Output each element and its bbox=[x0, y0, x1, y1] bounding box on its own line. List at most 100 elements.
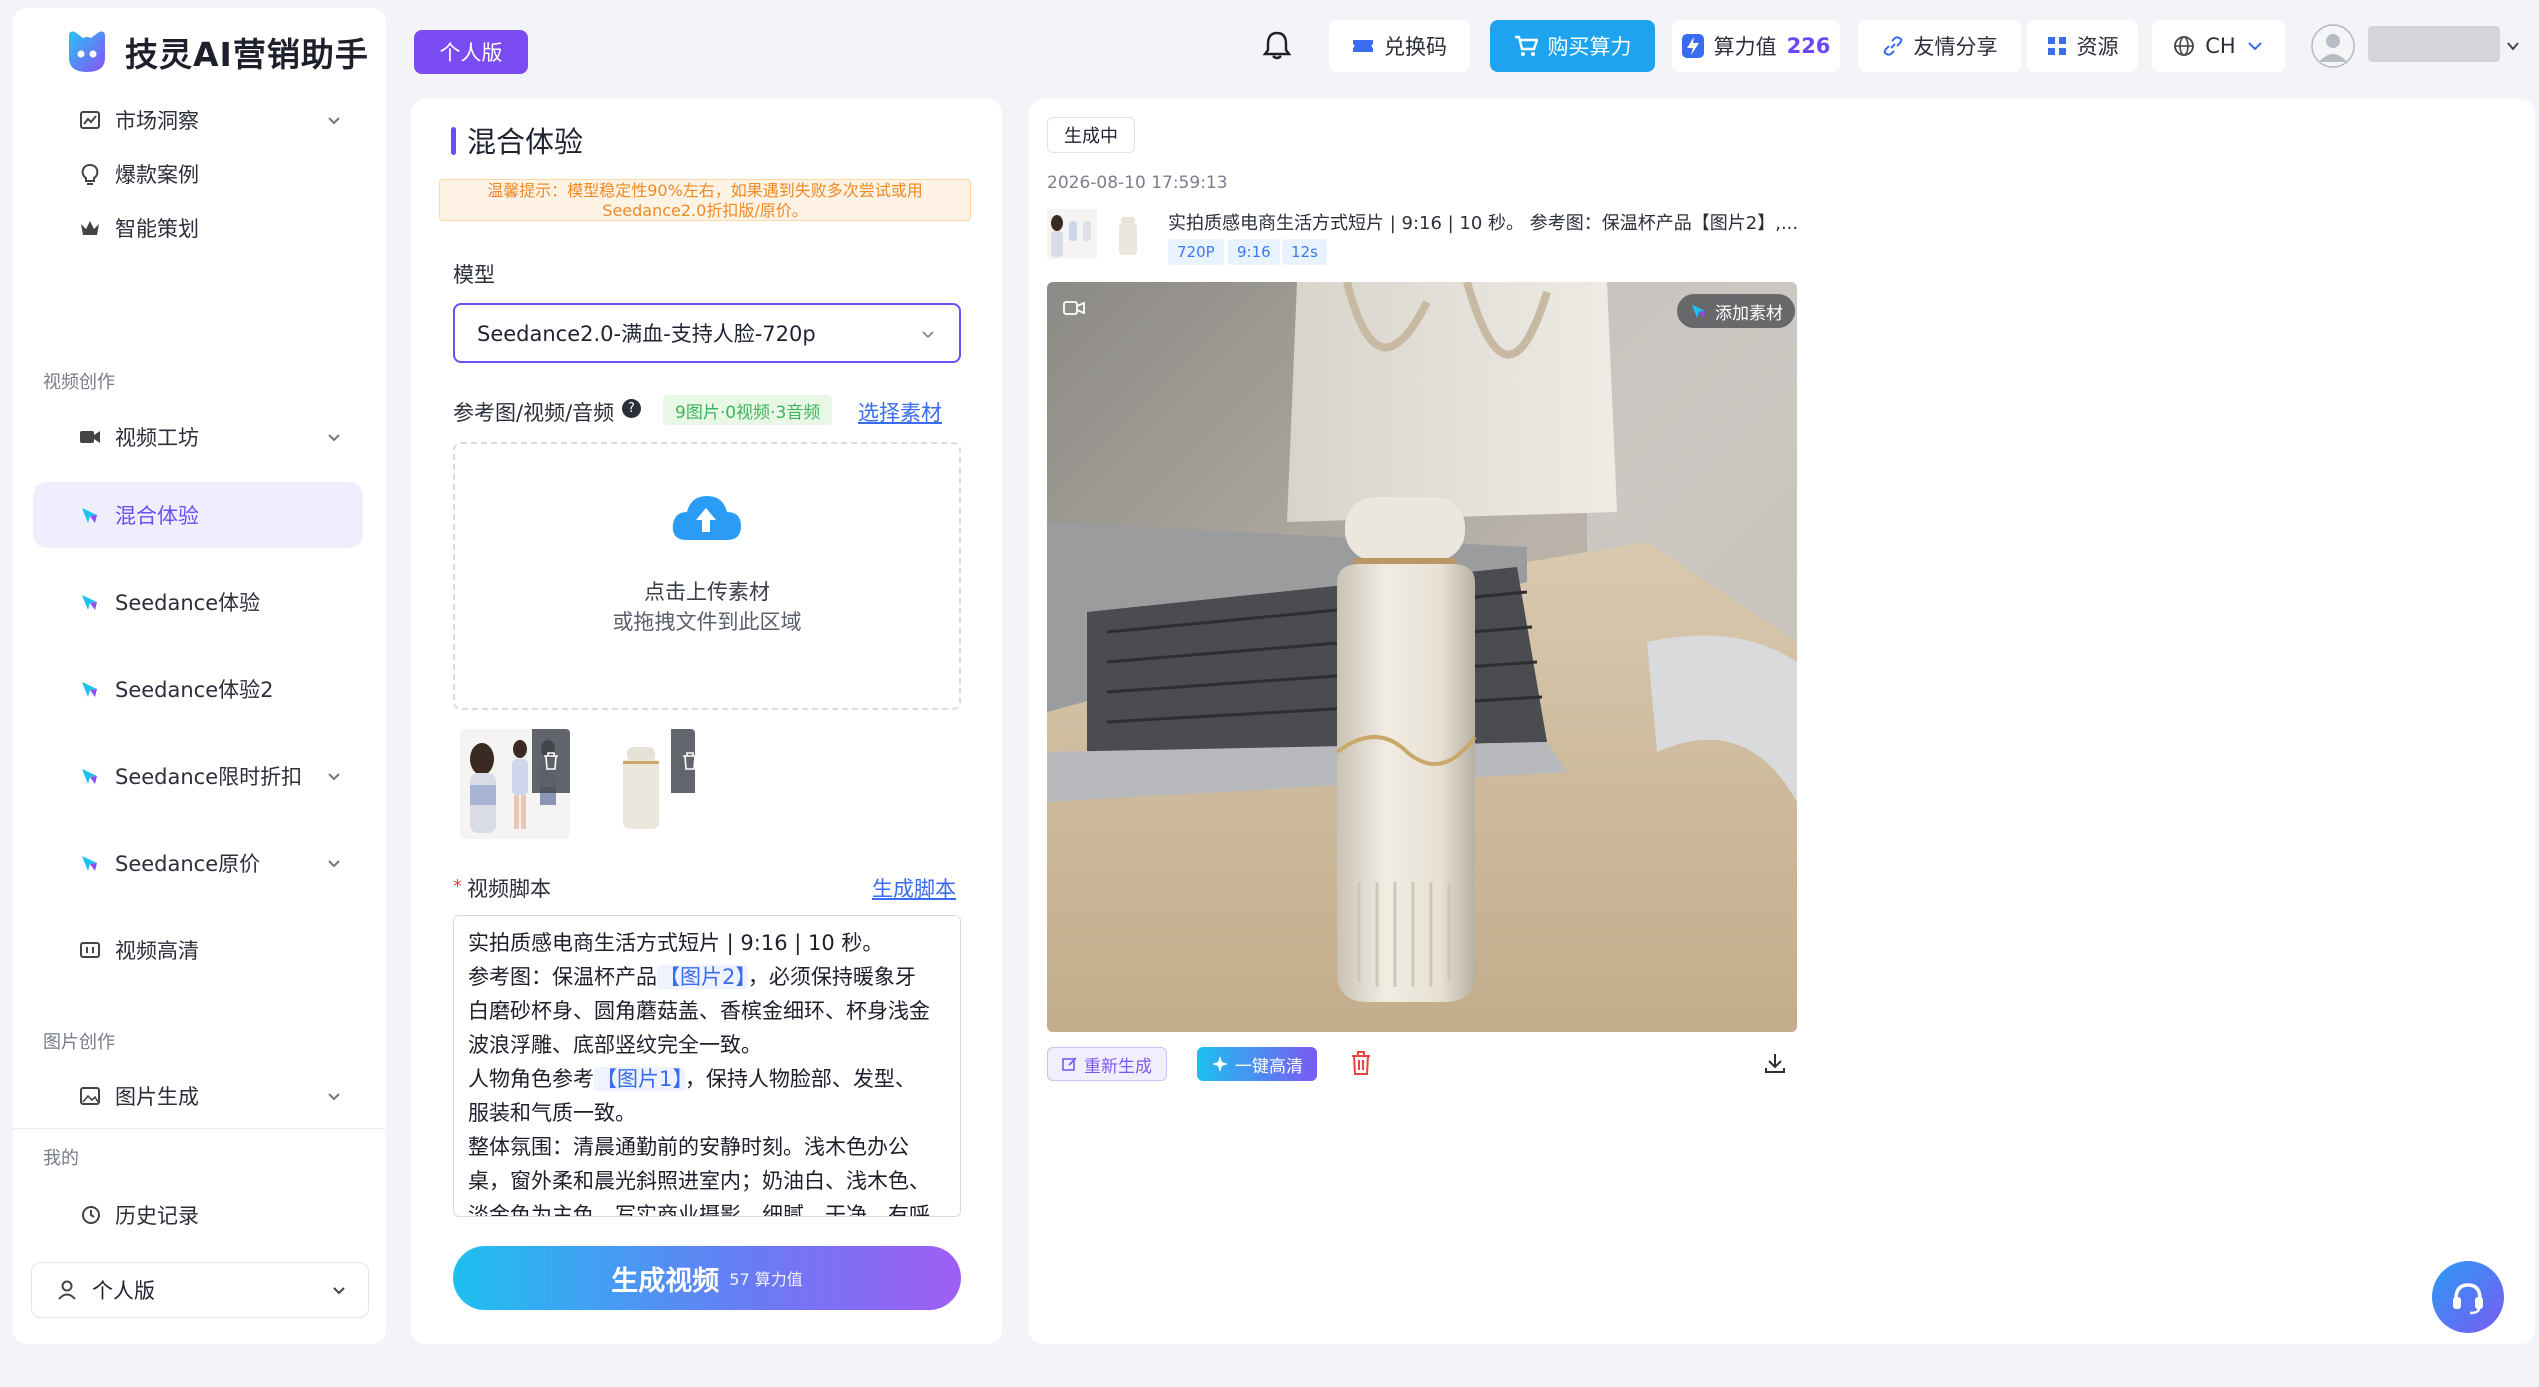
task-ref-thumbnail-cup[interactable] bbox=[1103, 209, 1153, 259]
generate-script-link[interactable]: 生成脚本 bbox=[872, 873, 956, 903]
sidebar-item-smart-planning[interactable]: 智能策划 bbox=[33, 195, 363, 261]
script-text: 参考图：保温杯产品 bbox=[468, 965, 657, 989]
task-timestamp: 2026-08-10 17:59:13 bbox=[1047, 173, 1228, 193]
magic-wand-icon bbox=[82, 856, 97, 871]
power-label: 算力值 bbox=[1713, 35, 1777, 59]
buy-power-button[interactable]: 购买算力 bbox=[1490, 20, 1655, 72]
upload-dropzone[interactable]: 点击上传素材 或拖拽文件到此区域 bbox=[453, 442, 961, 710]
sidebar-item-seedance-original[interactable]: Seedance原价 bbox=[33, 830, 363, 896]
user-icon bbox=[58, 1280, 76, 1300]
sidebar-item-label: 爆款案例 bbox=[115, 163, 199, 187]
logo-text: 技灵AI营销助手 bbox=[125, 35, 369, 74]
cloud-upload-icon bbox=[672, 496, 741, 540]
script-textarea[interactable]: 实拍质感电商生活方式短片 | 9:16 | 10 秒。 参考图：保温杯产品【图片… bbox=[453, 915, 961, 1217]
history-icon bbox=[82, 1206, 100, 1224]
magic-wand-icon bbox=[1691, 304, 1706, 319]
upload-primary-text: 点击上传素材 bbox=[644, 580, 770, 604]
share-label: 友情分享 bbox=[1913, 35, 1998, 59]
sidebar-item-mixed-experience[interactable]: 混合体验 bbox=[33, 482, 363, 548]
chevron-down-icon bbox=[328, 860, 340, 868]
sidebar: 技灵AI营销助手 市场洞察 爆款案例 智能策划 视频创作 视频工坊 混合体验 S… bbox=[13, 8, 386, 1344]
script-line: 服装和气质一致。 bbox=[468, 1101, 636, 1125]
aspect-ratio-tag: 9:16 bbox=[1228, 239, 1280, 265]
composer-panel: 混合体验 温馨提示：模型稳定性90%左右，如果遇到失败多次尝试或用Seedanc… bbox=[411, 99, 1002, 1344]
nav-group-mine: 我的 bbox=[43, 1148, 79, 1169]
title-accent bbox=[451, 127, 456, 155]
sidebar-item-label: Seedance原价 bbox=[115, 852, 261, 876]
resources-button[interactable]: 资源 bbox=[2027, 20, 2138, 72]
script-label: 视频脚本 bbox=[467, 877, 551, 901]
image-mention-tag[interactable]: 【图片2】 bbox=[657, 965, 748, 989]
video-camera-icon bbox=[80, 431, 100, 443]
ticket-icon bbox=[1353, 40, 1373, 52]
magic-wand-icon bbox=[82, 769, 97, 784]
app-logo[interactable]: 技灵AI营销助手 bbox=[63, 28, 369, 76]
trash-icon[interactable] bbox=[1350, 1050, 1372, 1076]
sidebar-item-label: Seedance体验 bbox=[115, 591, 261, 615]
delete-thumbnail-button[interactable] bbox=[671, 729, 695, 793]
chevron-down-icon bbox=[922, 331, 934, 339]
logo-icon bbox=[69, 31, 105, 72]
uploaded-thumbnail-cup[interactable] bbox=[585, 729, 695, 839]
sidebar-item-image-generation[interactable]: 图片生成 bbox=[33, 1063, 363, 1129]
edit-icon bbox=[1062, 1057, 1077, 1071]
resources-label: 资源 bbox=[2076, 35, 2119, 59]
image-mention-tag[interactable]: 【图片1】 bbox=[594, 1067, 685, 1091]
download-icon[interactable] bbox=[1763, 1051, 1787, 1075]
language-selector[interactable]: CH bbox=[2152, 20, 2285, 72]
upload-secondary-text: 或拖拽文件到此区域 bbox=[612, 610, 802, 634]
nav-group-video: 视频创作 bbox=[43, 372, 115, 393]
required-marker: * bbox=[453, 876, 462, 897]
one-click-hd-button[interactable]: 一键高清 bbox=[1197, 1047, 1317, 1081]
add-material-button[interactable]: 添加素材 bbox=[1677, 294, 1795, 328]
script-line: 波浪浮雕、底部竖纹完全一致。 bbox=[468, 1033, 762, 1057]
redeem-code-button[interactable]: 兑换码 bbox=[1329, 20, 1470, 72]
video-preview[interactable]: 添加素材 bbox=[1047, 282, 1797, 1032]
link-icon bbox=[1883, 36, 1902, 56]
edition-badge[interactable]: 个人版 bbox=[414, 30, 528, 74]
buy-power-label: 购买算力 bbox=[1547, 35, 1632, 59]
edition-label: 个人版 bbox=[92, 1279, 155, 1303]
generate-video-button[interactable]: 生成视频 57 算力值 bbox=[453, 1246, 961, 1310]
sidebar-item-seedance-2[interactable]: Seedance体验2 bbox=[33, 656, 363, 722]
script-text: ，保持人物脸部、发型、 bbox=[684, 1067, 916, 1091]
image-icon bbox=[80, 1087, 100, 1105]
sidebar-item-history[interactable]: 历史记录 bbox=[33, 1182, 363, 1248]
model-select[interactable]: Seedance2.0-满血-支持人脸-720p bbox=[453, 303, 961, 363]
sidebar-item-video-workshop[interactable]: 视频工坊 bbox=[33, 404, 363, 470]
sidebar-item-seedance-discount[interactable]: Seedance限时折扣 bbox=[33, 743, 363, 809]
sidebar-item-label: 视频工坊 bbox=[115, 426, 199, 450]
video-frame-photo bbox=[1047, 282, 1797, 1032]
script-text: 人物角色参考 bbox=[468, 1067, 594, 1091]
avatar[interactable] bbox=[2311, 24, 2355, 68]
globe-icon bbox=[2174, 36, 2195, 56]
script-line: 实拍质感电商生活方式短片 | 9:16 | 10 秒。 bbox=[468, 931, 884, 955]
regenerate-button[interactable]: 重新生成 bbox=[1047, 1047, 1167, 1081]
chevron-down-icon[interactable] bbox=[2505, 38, 2521, 54]
nav-group-image: 图片创作 bbox=[43, 1032, 115, 1053]
task-description: 实拍质感电商生活方式短片 | 9:16 | 10 秒。 参考图：保温杯产品【图片… bbox=[1168, 213, 1799, 234]
reference-label: 参考图/视频/音频 bbox=[453, 401, 615, 425]
model-label: 模型 bbox=[453, 263, 495, 287]
generate-cost: 57 算力值 bbox=[729, 1270, 803, 1289]
sidebar-item-video-hd[interactable]: 视频高清 bbox=[33, 917, 363, 983]
bell-icon[interactable] bbox=[1263, 30, 1291, 60]
sidebar-item-label: Seedance限时折扣 bbox=[115, 765, 303, 789]
script-line: 桌，窗外柔和晨光斜照进室内；奶油白、浅木色、 bbox=[468, 1169, 930, 1193]
sparkle-icon bbox=[1212, 1056, 1228, 1072]
status-badge: 生成中 bbox=[1047, 117, 1135, 153]
edition-switcher[interactable]: 个人版 bbox=[31, 1262, 369, 1318]
task-ref-thumbnail-person[interactable] bbox=[1047, 209, 1097, 259]
select-material-link[interactable]: 选择素材 bbox=[858, 397, 942, 427]
delete-thumbnail-button[interactable] bbox=[532, 729, 570, 793]
help-icon[interactable]: ? bbox=[622, 399, 641, 418]
power-balance-button[interactable]: 算力值 226 bbox=[1672, 20, 1840, 72]
customer-support-button[interactable] bbox=[2432, 1261, 2504, 1333]
share-button[interactable]: 友情分享 bbox=[1858, 20, 2021, 72]
user-avatar-icon bbox=[2311, 24, 2355, 68]
cart-icon bbox=[1514, 35, 1538, 56]
sidebar-item-seedance[interactable]: Seedance体验 bbox=[33, 569, 363, 635]
uploaded-thumbnail-person[interactable] bbox=[460, 729, 570, 839]
resolution-tag: 720P bbox=[1168, 239, 1224, 265]
username-redacted[interactable] bbox=[2368, 26, 2500, 62]
